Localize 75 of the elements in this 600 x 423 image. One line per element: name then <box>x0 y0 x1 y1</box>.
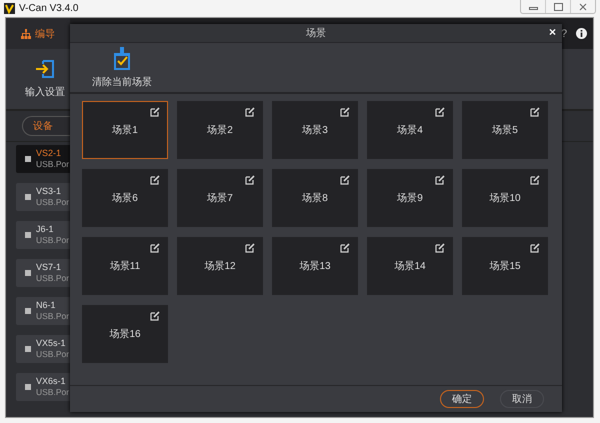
device-port: USB.Por <box>36 387 70 398</box>
maximize-icon <box>554 2 562 10</box>
device-name: N6-1 <box>36 300 57 311</box>
app-logo-icon <box>4 3 15 14</box>
status-square-icon <box>25 346 31 352</box>
edit-icon[interactable] <box>150 311 160 321</box>
edit-icon[interactable] <box>340 175 350 185</box>
status-square-icon <box>25 194 31 200</box>
confirm-button[interactable]: 确定 <box>440 390 484 408</box>
scene-tile[interactable]: 场景6 <box>82 169 168 227</box>
edit-icon[interactable] <box>340 243 350 253</box>
scene-tile[interactable]: 场景2 <box>177 101 263 159</box>
device-port: USB.Por <box>36 235 70 246</box>
status-square-icon <box>25 270 31 276</box>
device-item[interactable]: VS2-1 USB.Por <box>16 145 70 173</box>
edit-icon[interactable] <box>150 175 160 185</box>
status-square-icon <box>25 232 31 238</box>
scene-tile[interactable]: 场景11 <box>82 237 168 295</box>
scene-tile[interactable]: 场景13 <box>272 237 358 295</box>
device-item[interactable]: VS7-1 USB.Por <box>16 259 70 287</box>
edit-icon[interactable] <box>150 107 160 117</box>
edit-icon[interactable] <box>340 107 350 117</box>
edit-icon[interactable] <box>245 243 255 253</box>
scene-tile[interactable]: 场景5 <box>462 101 548 159</box>
edit-icon[interactable] <box>435 107 445 117</box>
device-item[interactable]: VX5s-1 USB.Por <box>16 335 70 363</box>
edit-icon[interactable] <box>435 243 445 253</box>
device-item[interactable]: J6-1 USB.Por <box>16 221 70 249</box>
scene-tile[interactable]: 场景14 <box>367 237 453 295</box>
scene-tile[interactable]: 场景4 <box>367 101 453 159</box>
close-icon <box>579 2 587 10</box>
device-tab[interactable]: 设备 <box>22 116 70 136</box>
scene-tile[interactable]: 场景10 <box>462 169 548 227</box>
scene-tile[interactable]: 场景15 <box>462 237 548 295</box>
device-item[interactable]: VS3-1 USB.Por <box>16 183 70 211</box>
edit-icon[interactable] <box>435 175 445 185</box>
device-item[interactable]: VX6s-1 USB.Por <box>16 373 70 401</box>
edit-icon[interactable] <box>530 175 540 185</box>
scene-tile[interactable]: 场景9 <box>367 169 453 227</box>
edit-icon[interactable] <box>150 243 160 253</box>
scene-tile[interactable]: 场景7 <box>177 169 263 227</box>
sign-in-icon <box>35 59 55 79</box>
scene-tile[interactable]: 场景3 <box>272 101 358 159</box>
device-port: USB.Por <box>36 311 70 322</box>
hierarchy-icon <box>21 28 31 38</box>
device-port: USB.Por <box>36 197 70 208</box>
edit-icon[interactable] <box>530 107 540 117</box>
window-title: V-Can V3.4.0 <box>19 3 80 14</box>
device-name: J6-1 <box>36 224 55 235</box>
edit-icon[interactable] <box>245 175 255 185</box>
edit-icon[interactable] <box>245 107 255 117</box>
info-icon[interactable] <box>576 28 587 39</box>
scene-tile[interactable]: 场景8 <box>272 169 358 227</box>
status-square-icon <box>25 384 31 390</box>
brush-check-icon <box>112 46 132 70</box>
edit-icon[interactable] <box>530 243 540 253</box>
close-button[interactable]: × <box>548 26 556 39</box>
clear-scene-button[interactable]: 清除当前场景 <box>92 46 152 88</box>
device-name: VX6s-1 <box>36 376 67 387</box>
scene-tile[interactable]: 场景16 <box>82 305 168 363</box>
status-square-icon <box>25 308 31 314</box>
dialog-title: 场景 <box>306 26 326 40</box>
status-square-icon <box>25 156 31 162</box>
device-name: VS3-1 <box>36 186 62 197</box>
device-name: VS2-1 <box>36 148 62 159</box>
device-name: VS7-1 <box>36 262 62 273</box>
device-name: VX5s-1 <box>36 338 67 349</box>
nav-tab[interactable]: 编导 <box>6 18 70 49</box>
cancel-button[interactable]: 取消 <box>500 390 544 408</box>
device-port: USB.Por <box>36 159 70 170</box>
device-port: USB.Por <box>36 273 70 284</box>
device-port: USB.Por <box>36 349 70 360</box>
device-item[interactable]: N6-1 USB.Por <box>16 297 70 325</box>
scene-tile[interactable]: 场景12 <box>177 237 263 295</box>
scene-tile[interactable]: 场景1 <box>82 101 168 159</box>
